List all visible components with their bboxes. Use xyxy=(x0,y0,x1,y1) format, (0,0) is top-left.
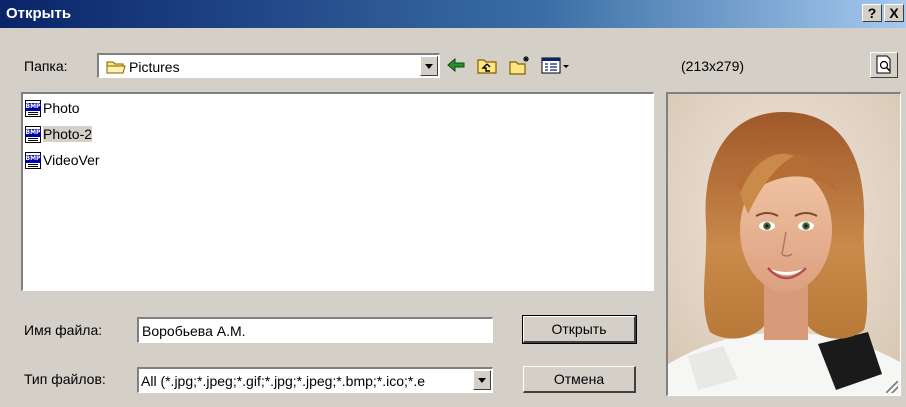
folder-combo[interactable]: Pictures xyxy=(97,53,440,78)
file-name: Photo xyxy=(43,100,80,116)
preview-toggle-button[interactable] xyxy=(870,52,898,78)
filetype-dropdown-button[interactable] xyxy=(473,370,491,390)
open-button[interactable]: Открыть xyxy=(522,315,637,344)
filetype-value: All (*.jpg;*.jpeg;*.gif;*.jpg;*.jpeg;*.b… xyxy=(141,373,426,389)
image-preview xyxy=(666,92,901,396)
up-folder-icon[interactable] xyxy=(475,54,499,76)
folder-dropdown-button[interactable] xyxy=(420,56,438,76)
list-item[interactable]: Photo xyxy=(25,98,80,118)
bmp-file-icon xyxy=(25,125,41,143)
preview-dimensions: (213x279) xyxy=(681,58,745,74)
file-list[interactable]: Photo Photo-2 VideoVer xyxy=(21,92,654,291)
bmp-file-icon xyxy=(25,99,41,117)
list-item[interactable]: Photo-2 xyxy=(25,124,93,144)
title-bar[interactable]: Открыть ? X xyxy=(0,0,906,28)
filename-input[interactable]: Воробьева А.М. xyxy=(137,317,493,343)
file-name: VideoVer xyxy=(43,152,100,168)
folder-value: Pictures xyxy=(129,59,180,75)
back-icon[interactable] xyxy=(444,54,468,76)
bmp-file-icon xyxy=(25,151,41,169)
window-title: Открыть xyxy=(6,5,72,22)
list-item[interactable]: VideoVer xyxy=(25,150,100,170)
folder-label-text: Папка: xyxy=(24,58,68,74)
filetype-label: Тип файлов: xyxy=(24,371,106,387)
new-folder-icon[interactable] xyxy=(508,54,532,76)
folder-label: Папка: xyxy=(24,58,68,74)
file-name: Photo-2 xyxy=(43,126,93,142)
filetype-combo[interactable]: All (*.jpg;*.jpeg;*.gif;*.jpg;*.jpeg;*.b… xyxy=(137,367,493,393)
help-button[interactable]: ? xyxy=(862,4,882,22)
resize-grip[interactable] xyxy=(886,381,898,393)
close-button[interactable]: X xyxy=(884,4,904,22)
view-menu-icon[interactable] xyxy=(540,54,572,76)
portrait-image xyxy=(668,94,900,395)
preview-icon xyxy=(876,55,891,74)
folder-icon xyxy=(106,61,126,74)
filename-label: Имя файла: xyxy=(24,322,103,338)
cancel-button[interactable]: Отмена xyxy=(523,366,636,393)
